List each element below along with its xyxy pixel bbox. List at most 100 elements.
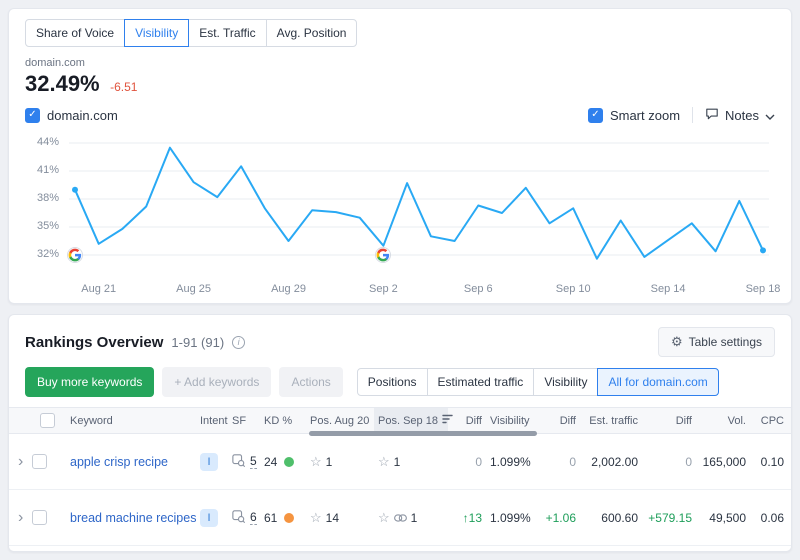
keyword-link[interactable]: apple crisp recipe xyxy=(70,455,168,469)
visibility-cell: 1.099% xyxy=(486,511,538,525)
est-traffic-cell: 2,002.00 xyxy=(580,455,642,469)
select-all-checkbox[interactable] xyxy=(40,413,55,428)
add-keywords-button[interactable]: + Add keywords xyxy=(162,367,271,397)
star-icon[interactable] xyxy=(378,510,390,526)
star-icon[interactable] xyxy=(378,454,390,470)
chart-x-axis: Aug 21Aug 25Aug 29Sep 2Sep 6Sep 10Sep 14… xyxy=(69,281,769,299)
chart-y-axis: 44%41%38%35%32% xyxy=(25,131,69,281)
rankings-toolbar: Buy more keywords + Add keywords Actions… xyxy=(9,357,791,407)
position-value: 1 xyxy=(326,455,333,469)
cpc-cell: 0.10 xyxy=(750,455,788,469)
chevron-down-icon xyxy=(765,108,775,123)
intent-badge[interactable]: I xyxy=(200,509,218,527)
smart-zoom-toggle[interactable]: Smart zoom xyxy=(588,108,680,123)
table-settings-label: Table settings xyxy=(689,335,762,349)
visibility-card: Share of Voice Visibility Est. Traffic A… xyxy=(8,8,792,304)
visibility-chart: 44%41%38%35%32% Aug 21Aug 25Aug 29Sep 2S… xyxy=(25,131,775,299)
kd-level-dot xyxy=(284,457,294,467)
col-diff-2[interactable]: Diff xyxy=(538,408,580,433)
table-row: apple crisp recipe I 5 24 1 1 0 1.099% 0… xyxy=(9,434,791,490)
buy-more-keywords-button[interactable]: Buy more keywords xyxy=(25,367,154,397)
position-value: 14 xyxy=(326,511,339,525)
chart-svg xyxy=(69,131,769,281)
kd-value: 24 xyxy=(264,455,277,469)
sf-count[interactable]: 5 xyxy=(250,454,257,469)
position-value: 1 xyxy=(411,511,418,525)
rankings-title: Rankings Overview xyxy=(25,334,163,351)
y-axis-label: 44% xyxy=(37,136,59,148)
tab-all-for-domain[interactable]: All for domain.com xyxy=(597,368,718,396)
y-axis-label: 35% xyxy=(37,220,59,232)
row-checkbox[interactable] xyxy=(32,454,47,469)
intent-badge[interactable]: I xyxy=(200,453,218,471)
view-tabs: Positions Estimated traffic Visibility A… xyxy=(357,368,719,396)
divider xyxy=(692,107,693,123)
notes-button[interactable]: Notes xyxy=(705,107,775,123)
smart-zoom-label: Smart zoom xyxy=(610,108,680,123)
rankings-table: Keyword Intent SF KD % Pos. Aug 20 Pos. … xyxy=(9,407,791,552)
tab-visibility[interactable]: Visibility xyxy=(124,19,189,47)
col-intent[interactable]: Intent xyxy=(196,408,228,433)
tab-visibility-view[interactable]: Visibility xyxy=(533,368,598,396)
cpc-cell: 0.06 xyxy=(750,511,788,525)
tab-share-of-voice[interactable]: Share of Voice xyxy=(25,19,125,47)
x-axis-label: Aug 21 xyxy=(81,283,116,295)
x-axis-label: Sep 2 xyxy=(369,283,398,295)
tab-positions[interactable]: Positions xyxy=(357,368,428,396)
rankings-overview-card: Rankings Overview 1-91 (91) i ⚙ Table se… xyxy=(8,314,792,552)
expand-row-icon[interactable] xyxy=(18,510,23,526)
info-icon[interactable]: i xyxy=(232,336,245,349)
page: Share of Voice Visibility Est. Traffic A… xyxy=(0,0,800,560)
visibility-diff-cell: 0 xyxy=(538,455,580,469)
notes-bubble-icon xyxy=(705,107,719,123)
tab-avg-position[interactable]: Avg. Position xyxy=(266,19,358,47)
visibility-value: 32.49% xyxy=(25,71,100,96)
col-diff-3[interactable]: Diff xyxy=(642,408,696,433)
google-update-icon[interactable] xyxy=(375,247,391,263)
chart-plot-area[interactable]: Aug 21Aug 25Aug 29Sep 2Sep 6Sep 10Sep 14… xyxy=(69,131,769,299)
col-pos-sep-18[interactable]: Pos. Sep 18 xyxy=(374,408,448,433)
google-update-icon[interactable] xyxy=(67,247,83,263)
col-sf[interactable]: SF xyxy=(228,408,260,433)
col-est-traffic[interactable]: Est. traffic xyxy=(580,408,642,433)
serp-features-icon xyxy=(232,454,245,470)
actions-button[interactable]: Actions xyxy=(279,367,342,397)
table-settings-button[interactable]: ⚙ Table settings xyxy=(658,327,775,357)
rankings-header: Rankings Overview 1-91 (91) i ⚙ Table se… xyxy=(9,327,791,357)
col-vol[interactable]: Vol. xyxy=(696,408,750,433)
tab-est-traffic[interactable]: Est. Traffic xyxy=(188,19,266,47)
x-axis-label: Aug 29 xyxy=(271,283,306,295)
smart-zoom-checkbox[interactable] xyxy=(588,108,603,123)
gear-icon: ⚙ xyxy=(671,334,683,350)
x-axis-label: Sep 14 xyxy=(651,283,686,295)
traffic-diff-cell: +579.15 xyxy=(642,511,696,525)
y-axis-label: 38% xyxy=(37,192,59,204)
position-diff: ↑13 xyxy=(448,511,486,525)
x-axis-label: Sep 6 xyxy=(464,283,493,295)
rankings-range: 1-91 (91) xyxy=(171,335,224,350)
volume-cell: 49,500 xyxy=(696,511,750,525)
volume-cell: 165,000 xyxy=(696,455,750,469)
domain-checkbox[interactable] xyxy=(25,108,40,123)
expand-row-icon[interactable] xyxy=(18,454,23,470)
keyword-link[interactable]: bread machine recipes xyxy=(70,511,196,525)
col-pos-aug-20[interactable]: Pos. Aug 20 xyxy=(306,408,374,433)
col-keyword[interactable]: Keyword xyxy=(66,408,196,433)
col-cpc[interactable]: CPC xyxy=(750,408,788,433)
star-icon[interactable] xyxy=(310,510,322,526)
kd-level-dot xyxy=(284,513,294,523)
col-kd[interactable]: KD % xyxy=(260,408,306,433)
notes-label: Notes xyxy=(725,108,759,123)
row-checkbox[interactable] xyxy=(32,510,47,525)
col-visibility[interactable]: Visibility xyxy=(486,408,538,433)
domain-legend-label: domain.com xyxy=(47,108,118,123)
kd-value: 61 xyxy=(264,511,277,525)
col-diff[interactable]: Diff xyxy=(448,408,486,433)
star-icon[interactable] xyxy=(310,454,322,470)
tab-estimated-traffic[interactable]: Estimated traffic xyxy=(427,368,535,396)
sf-count[interactable]: 6 xyxy=(250,510,257,525)
visibility-cell: 1.099% xyxy=(486,455,538,469)
horizontal-scrollbar[interactable] xyxy=(309,431,537,436)
serp-features-icon xyxy=(232,510,245,526)
domain-legend-item[interactable]: domain.com xyxy=(25,108,118,123)
